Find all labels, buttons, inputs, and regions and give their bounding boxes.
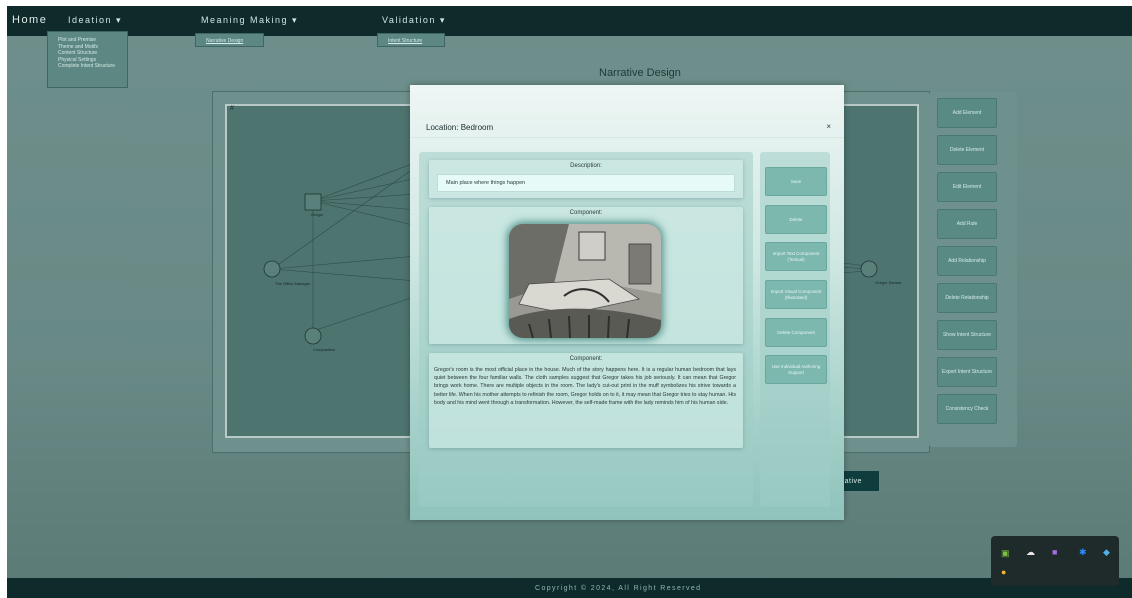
onenote-icon[interactable]: ■: [1052, 547, 1057, 557]
chrome-icon[interactable]: ●: [1001, 567, 1006, 577]
add-relationship-button[interactable]: Add Relationship: [937, 246, 997, 276]
description-card: Description: Main place where things hap…: [429, 160, 743, 198]
component-label: Component:: [569, 356, 603, 362]
nav-home[interactable]: Home: [12, 14, 47, 26]
delete-component-button[interactable]: Delete Component: [765, 318, 827, 347]
sheet-icon[interactable]: ▣: [1001, 548, 1010, 559]
validation-dropdown: Intent Structure: [377, 33, 445, 47]
dropdown-item[interactable]: Narrative Design: [206, 38, 263, 45]
description-label: Description:: [570, 163, 602, 169]
copyright-text: Copyright © 2024, All Right Reserved: [535, 585, 702, 592]
delete-button[interactable]: Delete: [765, 205, 827, 234]
show-intent-structure-button[interactable]: Show Intent Structure: [937, 320, 997, 350]
node-label: Composition: [313, 347, 336, 352]
graph-node-circle: [304, 327, 322, 345]
bedroom-illustration-svg: [509, 224, 661, 338]
add-element-button[interactable]: Add Element: [937, 98, 997, 128]
node-label: Gregor Samsa: [875, 280, 902, 285]
component-text: Gregor's room is the most official place…: [434, 367, 736, 406]
consistency-check-button[interactable]: Consistency Check: [937, 394, 997, 424]
top-nav: Home Ideation ▾ Meaning Making ▾ Validat…: [7, 6, 1132, 36]
cloud-icon[interactable]: ☁: [1026, 547, 1035, 558]
graph-node-square: [304, 193, 322, 211]
add-rule-button[interactable]: Add Rule: [937, 209, 997, 239]
modal-header: Location: Bedroom ×: [410, 85, 844, 138]
page-title: Narrative Design: [599, 67, 681, 79]
ideation-dropdown: Plot and Premise Theme and Motifs Conten…: [47, 31, 128, 88]
system-tray: ▣ ☁ ■ ✱ ◆ ●: [991, 536, 1119, 586]
import-text-component-button[interactable]: Import Text Component (Textual): [765, 242, 827, 271]
network-icon[interactable]: ◆: [1103, 547, 1110, 558]
component-label: Component:: [569, 210, 603, 216]
save-button[interactable]: Save: [765, 167, 827, 196]
import-visual-component-button[interactable]: Import Visual Component (Illustrated): [765, 280, 827, 309]
graph-node-circle: [263, 260, 281, 278]
modal-title: Location: Bedroom: [426, 123, 494, 132]
node-label: Gregor: [311, 212, 324, 217]
delete-element-button[interactable]: Delete Element: [937, 135, 997, 165]
graph-node-circle: [860, 260, 878, 278]
meaning-dropdown: Narrative Design: [195, 33, 264, 47]
nav-validation[interactable]: Validation ▾: [382, 15, 446, 26]
dropdown-item[interactable]: Complete Intent Structure: [58, 63, 127, 70]
element-modal: Location: Bedroom × Description: Main pl…: [410, 85, 844, 520]
visual-component-card: Component:: [429, 207, 743, 344]
footer: Copyright © 2024, All Right Reserved: [7, 578, 1132, 598]
text-component-card: Component: Gregor's room is the most off…: [429, 353, 743, 448]
node-label: The Office Manager: [275, 281, 311, 286]
nav-ideation[interactable]: Ideation ▾: [68, 15, 122, 26]
authoring-support-button[interactable]: Use Individual Authoring Support: [765, 355, 827, 384]
close-icon[interactable]: ×: [826, 122, 831, 131]
description-input[interactable]: Main place where things happen: [437, 174, 735, 192]
nav-meaning-making[interactable]: Meaning Making ▾: [201, 15, 298, 26]
edit-element-button[interactable]: Edit Element: [937, 172, 997, 202]
bedroom-illustration: [509, 224, 661, 338]
dropdown-item[interactable]: Intent Structure: [388, 38, 444, 45]
bluetooth-icon[interactable]: ✱: [1079, 547, 1087, 558]
delete-relationship-button[interactable]: Delete Relationship: [937, 283, 997, 313]
modal-content-panel: Description: Main place where things hap…: [419, 152, 753, 507]
app-window: Home Ideation ▾ Meaning Making ▾ Validat…: [7, 6, 1132, 598]
export-intent-structure-button[interactable]: Export Intent Structure: [937, 357, 997, 387]
